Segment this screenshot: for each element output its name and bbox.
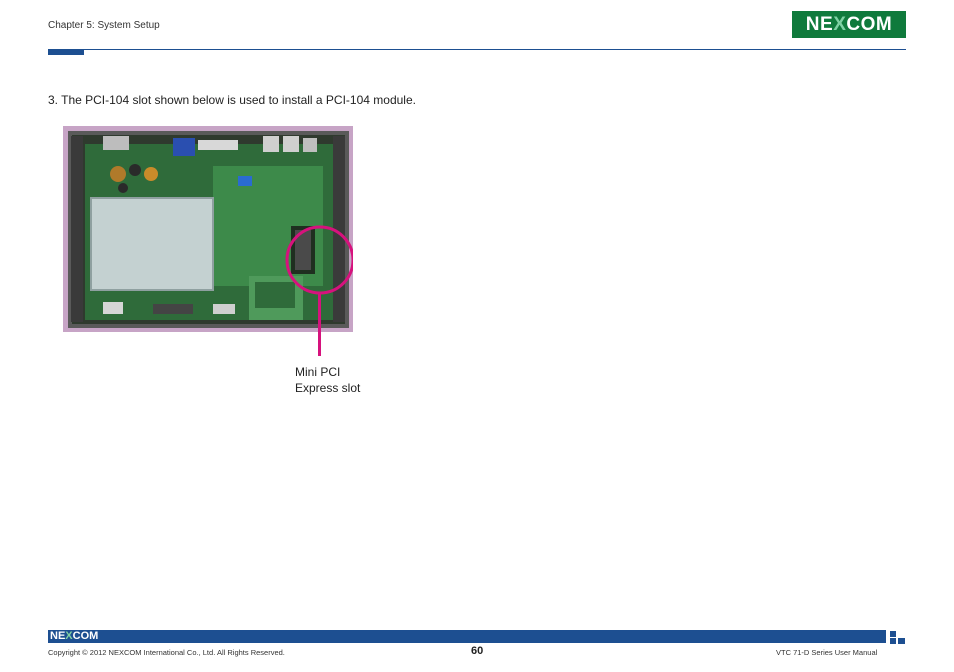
logo-text-com: COM xyxy=(846,13,893,35)
inductor xyxy=(144,167,158,181)
page-number: 60 xyxy=(471,645,484,657)
header-rule xyxy=(48,49,906,50)
callout-leader-line xyxy=(318,292,321,356)
bottom-connector xyxy=(213,304,235,314)
footer-nexcom-logo: NEXCOM xyxy=(50,630,98,643)
blue-header xyxy=(238,176,252,186)
header-tab-marker xyxy=(48,49,84,55)
footer-square-icon xyxy=(898,638,905,644)
footer-logo-com: COM xyxy=(72,630,99,642)
step-instruction: 3. The PCI-104 slot shown below is used … xyxy=(48,93,416,107)
port xyxy=(283,136,299,152)
top-connector xyxy=(103,136,129,150)
footer-logo-ne: NE xyxy=(50,630,66,642)
logo-text-ne: NE xyxy=(805,13,834,35)
logo-text-x: X xyxy=(833,13,847,35)
capacitor xyxy=(118,183,128,193)
capacitor xyxy=(129,164,141,176)
footer-square-icon xyxy=(890,638,896,644)
copyright-notice: Copyright © 2012 NEXCOM International Co… xyxy=(48,648,285,657)
callout-label: Mini PCI Express slot xyxy=(295,364,360,396)
heat-spreader xyxy=(90,197,214,291)
bottom-connector xyxy=(153,304,193,314)
board-photo-illustration xyxy=(63,126,353,332)
chapter-title: Chapter 5: System Setup xyxy=(48,20,160,31)
callout-label-line2: Express slot xyxy=(295,381,361,395)
vga-connector xyxy=(173,138,195,156)
left-rail xyxy=(71,136,83,322)
footer-bar xyxy=(48,630,886,643)
callout-label-line1: Mini PCI xyxy=(295,365,341,379)
footer-logo-x: X xyxy=(65,630,73,642)
bottom-connector xyxy=(103,302,123,314)
manual-title: VTC 71-D Series User Manual xyxy=(776,648,878,657)
inductor xyxy=(110,166,126,182)
footer-square-icon xyxy=(890,631,896,637)
nexcom-logo: NE X COM xyxy=(792,11,906,38)
board-photo xyxy=(63,126,353,332)
port xyxy=(303,138,317,152)
ribbon-cable xyxy=(198,140,238,150)
port xyxy=(263,136,279,152)
card-chip xyxy=(255,282,295,308)
